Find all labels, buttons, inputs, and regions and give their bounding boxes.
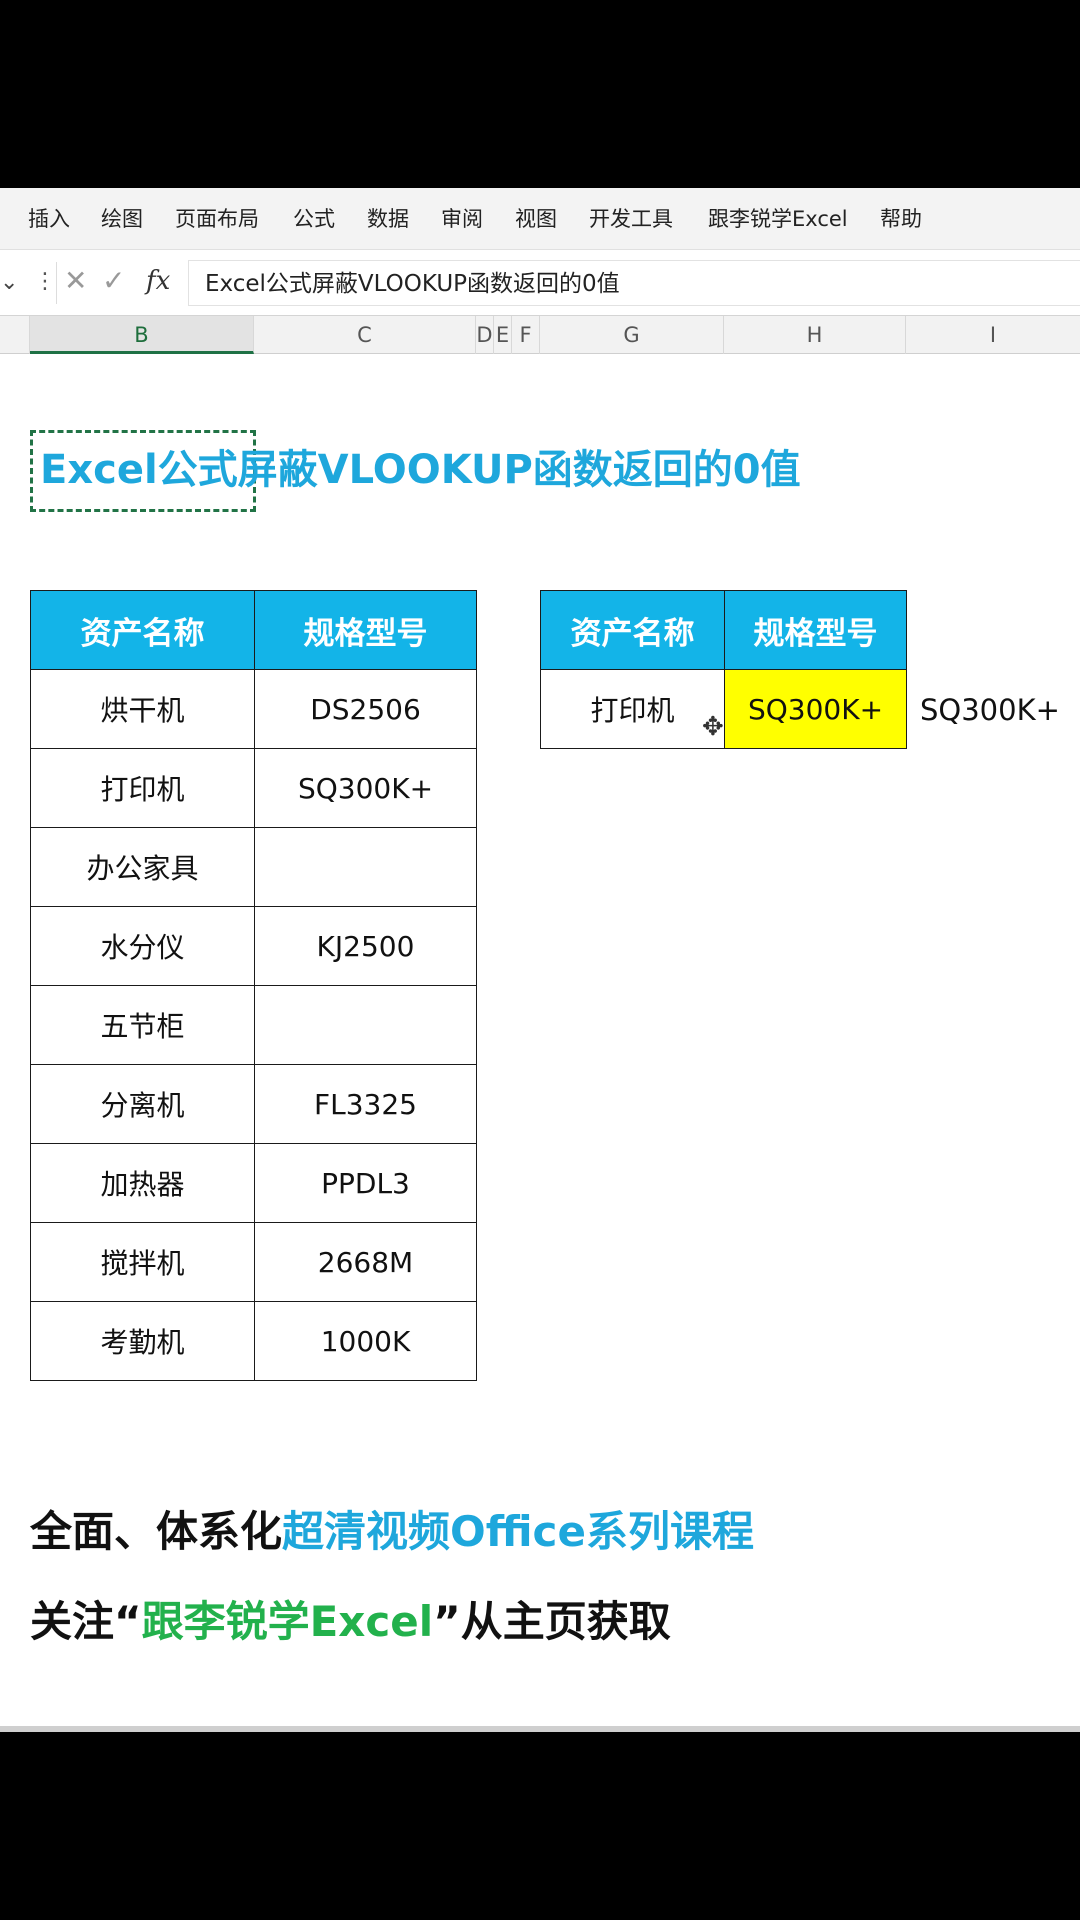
tab-data[interactable]: 数据: [367, 204, 409, 234]
cell-model[interactable]: SQ300K+: [254, 748, 477, 828]
column-header-a-partial[interactable]: [0, 316, 30, 354]
table-row: 打印机 SQ300K+: [30, 748, 477, 828]
cell-asset-name[interactable]: 加热器: [30, 1143, 255, 1223]
close-icon[interactable]: ✕: [64, 264, 87, 298]
promo-line-2: 关注“跟李锐学Excel”从主页获取: [30, 1592, 671, 1652]
chevron-down-icon[interactable]: ⌄: [0, 270, 18, 296]
lookup-query-cell[interactable]: 打印机: [540, 669, 725, 749]
formula-input[interactable]: Excel公式屏蔽VLOOKUP函数返回的0值: [188, 260, 1080, 306]
table-row: 加热器 PPDL3: [30, 1143, 477, 1223]
cell-asset-name[interactable]: 五节柜: [30, 985, 255, 1065]
formula-text: Excel公式屏蔽VLOOKUP函数返回的0值: [205, 271, 620, 297]
tab-insert[interactable]: 插入: [28, 204, 70, 234]
table-row: 烘干机 DS2506: [30, 669, 477, 749]
cell-model[interactable]: 2668M: [254, 1222, 477, 1302]
tab-page-layout[interactable]: 页面布局: [175, 204, 259, 234]
table-row: 水分仪 KJ2500: [30, 906, 477, 986]
insert-function-icon[interactable]: fx: [146, 264, 170, 298]
column-header-d[interactable]: D: [476, 316, 494, 354]
cell-asset-name[interactable]: 搅拌机: [30, 1222, 255, 1302]
tab-formulas[interactable]: 公式: [293, 204, 335, 234]
table-row: 考勤机 1000K: [30, 1301, 477, 1381]
column-header-b[interactable]: B: [30, 316, 254, 354]
tab-help[interactable]: 帮助: [880, 204, 922, 234]
sheet-bottom-edge: [0, 1726, 1080, 1732]
cell-model[interactable]: KJ2500: [254, 906, 477, 986]
promo-line-1-prefix: 全面、体系化: [30, 1507, 283, 1556]
promo-line-2-suffix: ”从主页获取: [433, 1597, 671, 1646]
cell-cursor-icon: ✥: [702, 712, 724, 742]
column-header-e[interactable]: E: [494, 316, 512, 354]
column-header-i[interactable]: I: [906, 316, 1080, 354]
cell-asset-name[interactable]: 考勤机: [30, 1301, 255, 1381]
cell-model[interactable]: DS2506: [254, 669, 477, 749]
more-options-icon[interactable]: ⋮: [34, 269, 56, 295]
tab-custom-excel[interactable]: 跟李锐学Excel: [708, 204, 848, 234]
ribbon-tabs: 插入 绘图 页面布局 公式 数据 审阅 视图 开发工具 跟李锐学Excel 帮助: [0, 188, 1080, 250]
cell-asset-name[interactable]: 水分仪: [30, 906, 255, 986]
cell-model[interactable]: [254, 985, 477, 1065]
lookup-header-model[interactable]: 规格型号: [724, 590, 907, 670]
asset-table: 资产名称 规格型号 烘干机 DS2506 打印机 SQ300K+ 办公家具 水分…: [30, 590, 477, 1381]
column-header-h[interactable]: H: [724, 316, 906, 354]
column-header-g[interactable]: G: [540, 316, 724, 354]
tab-view[interactable]: 视图: [515, 204, 557, 234]
cell-asset-name[interactable]: 烘干机: [30, 669, 255, 749]
lookup-header-asset-name[interactable]: 资产名称: [540, 590, 725, 670]
check-icon[interactable]: ✓: [102, 264, 125, 298]
cell-model[interactable]: FL3325: [254, 1064, 477, 1144]
table-row: 搅拌机 2668M: [30, 1222, 477, 1302]
header-model[interactable]: 规格型号: [254, 590, 477, 670]
cell-asset-name[interactable]: 分离机: [30, 1064, 255, 1144]
tab-review[interactable]: 审阅: [441, 204, 483, 234]
cell-asset-name[interactable]: 办公家具: [30, 827, 255, 907]
overflow-cell-value[interactable]: SQ300K+: [920, 688, 1060, 732]
tab-draw[interactable]: 绘图: [101, 204, 143, 234]
table-header-row: 资产名称 规格型号: [30, 590, 477, 670]
table-row: 办公家具: [30, 827, 477, 907]
column-header-f[interactable]: F: [512, 316, 540, 354]
excel-screen: 插入 绘图 页面布局 公式 数据 审阅 视图 开发工具 跟李锐学Excel 帮助…: [0, 0, 1080, 1920]
cell-model[interactable]: [254, 827, 477, 907]
cell-model[interactable]: PPDL3: [254, 1143, 477, 1223]
table-row: 分离机 FL3325: [30, 1064, 477, 1144]
header-asset-name[interactable]: 资产名称: [30, 590, 255, 670]
lookup-result-cell[interactable]: SQ300K+: [724, 669, 907, 749]
cell-asset-name[interactable]: 打印机: [30, 748, 255, 828]
cell-model[interactable]: 1000K: [254, 1301, 477, 1381]
column-headers: B C D E F G H I: [0, 316, 1080, 354]
worksheet-grid[interactable]: Excel公式屏蔽VLOOKUP函数返回的0值 资产名称 规格型号 烘干机 DS…: [0, 354, 1080, 1726]
promo-line-1: 全面、体系化超清视频Office系列课程: [30, 1502, 754, 1562]
table-row: 五节柜: [30, 985, 477, 1065]
promo-line-2-highlight: 跟李锐学Excel: [141, 1597, 434, 1646]
promo-line-1-highlight: 超清视频Office系列课程: [282, 1507, 754, 1556]
promo-line-2-prefix: 关注“: [30, 1597, 142, 1646]
column-header-c[interactable]: C: [254, 316, 476, 354]
formula-bar: ⌄ ⋮ ✕ ✓ fx Excel公式屏蔽VLOOKUP函数返回的0值: [0, 250, 1080, 316]
sheet-title[interactable]: Excel公式屏蔽VLOOKUP函数返回的0值: [40, 442, 801, 498]
table-header-row: 资产名称 规格型号: [540, 590, 907, 670]
tab-developer[interactable]: 开发工具: [589, 204, 673, 234]
